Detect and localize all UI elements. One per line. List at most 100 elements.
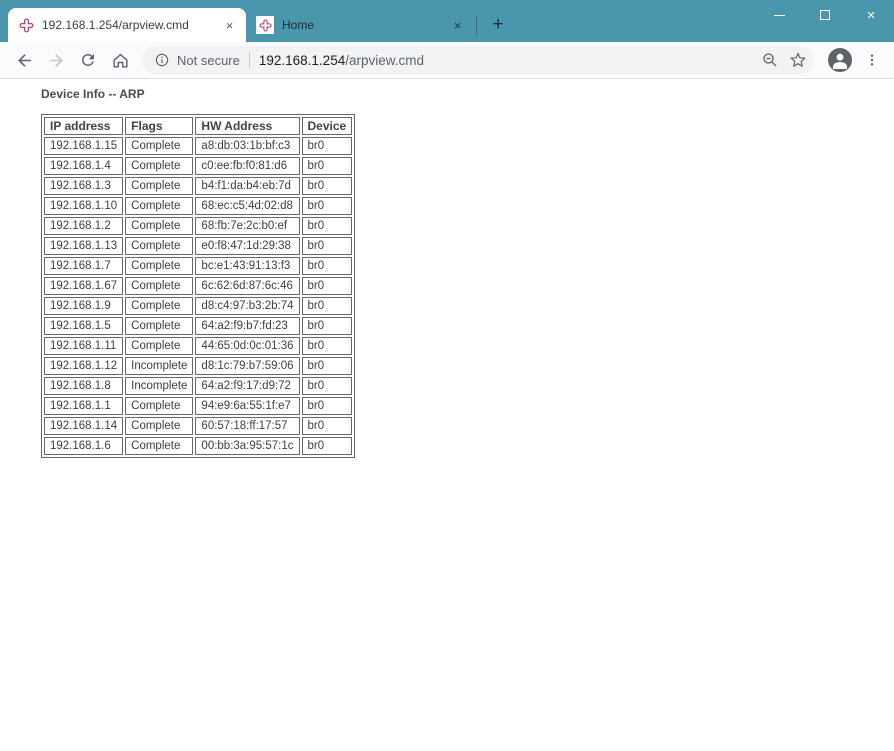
router-favicon-icon (18, 17, 34, 33)
table-cell-flags: Complete (125, 417, 193, 435)
table-cell-flags: Complete (125, 297, 193, 315)
table-row: 192.168.1.2Complete68:fb:7e:2c:b0:efbr0 (44, 217, 352, 235)
tab-close-icon[interactable]: × (221, 17, 238, 34)
home-icon (111, 51, 130, 70)
table-cell-ip: 192.168.1.1 (44, 397, 123, 415)
table-cell-ip: 192.168.1.6 (44, 437, 123, 455)
table-row: 192.168.1.7Completebc:e1:43:91:13:f3br0 (44, 257, 352, 275)
table-cell-device: br0 (302, 257, 353, 275)
arp-table-body: 192.168.1.15Completea8:db:03:1b:bf:c3br0… (44, 137, 352, 455)
table-row: 192.168.1.13Completee0:f8:47:1d:29:38br0 (44, 237, 352, 255)
table-cell-ip: 192.168.1.15 (44, 137, 123, 155)
reload-icon (79, 51, 97, 69)
header-ip-address: IP address (44, 117, 123, 135)
table-cell-ip: 192.168.1.7 (44, 257, 123, 275)
bookmark-star-button[interactable] (784, 46, 812, 74)
profile-button[interactable] (824, 44, 856, 76)
table-cell-flags: Complete (125, 437, 193, 455)
page-title: Device Info -- ARP (41, 87, 894, 101)
table-cell-ip: 192.168.1.14 (44, 417, 123, 435)
table-row: 192.168.1.12Incompleted8:1c:79:b7:59:06b… (44, 357, 352, 375)
tab-title: 192.168.1.254/arpview.cmd (42, 18, 213, 32)
security-status-label[interactable]: Not secure (177, 53, 240, 68)
table-row: 192.168.1.4Completec0:ee:fb:f0:81:d6br0 (44, 157, 352, 175)
table-cell-ip: 192.168.1.13 (44, 237, 123, 255)
profile-avatar-icon (828, 48, 852, 72)
table-cell-device: br0 (302, 157, 353, 175)
table-cell-device: br0 (302, 217, 353, 235)
url-path: /arpview.cmd (345, 53, 424, 68)
address-bar[interactable]: Not secure 192.168.1.254/arpview.cmd (142, 46, 814, 74)
table-cell-flags: Incomplete (125, 357, 193, 375)
table-cell-device: br0 (302, 377, 353, 395)
table-cell-ip: 192.168.1.12 (44, 357, 123, 375)
table-cell-hw: 44:65:0d:0c:01:36 (195, 337, 299, 355)
header-flags: Flags (125, 117, 193, 135)
titlebar: 192.168.1.254/arpview.cmd × Home × + × (0, 0, 894, 42)
back-icon (15, 51, 34, 70)
table-cell-ip: 192.168.1.11 (44, 337, 123, 355)
forward-button[interactable] (42, 46, 70, 74)
table-row: 192.168.1.14Complete60:57:18:ff:17:57br0 (44, 417, 352, 435)
table-cell-flags: Complete (125, 277, 193, 295)
router-favicon-icon (256, 16, 274, 34)
table-cell-hw: d8:c4:97:b3:2b:74 (195, 297, 299, 315)
reload-button[interactable] (74, 46, 102, 74)
table-cell-flags: Complete (125, 217, 193, 235)
table-row: 192.168.1.67Complete6c:62:6d:87:6c:46br0 (44, 277, 352, 295)
info-icon[interactable] (154, 52, 170, 68)
table-cell-hw: c0:ee:fb:f0:81:d6 (195, 157, 299, 175)
back-button[interactable] (10, 46, 38, 74)
table-cell-device: br0 (302, 337, 353, 355)
table-row: 192.168.1.3Completeb4:f1:da:b4:eb:7dbr0 (44, 177, 352, 195)
tab-home[interactable]: Home × (246, 8, 474, 42)
table-cell-hw: d8:1c:79:b7:59:06 (195, 357, 299, 375)
table-cell-hw: 6c:62:6d:87:6c:46 (195, 277, 299, 295)
table-cell-ip: 192.168.1.4 (44, 157, 123, 175)
table-row: 192.168.1.1Complete94:e9:6a:55:1f:e7br0 (44, 397, 352, 415)
table-cell-hw: 60:57:18:ff:17:57 (195, 417, 299, 435)
table-cell-device: br0 (302, 137, 353, 155)
table-cell-hw: 64:a2:f9:b7:fd:23 (195, 317, 299, 335)
table-cell-flags: Complete (125, 337, 193, 355)
table-row: 192.168.1.5Complete64:a2:f9:b7:fd:23br0 (44, 317, 352, 335)
table-cell-ip: 192.168.1.3 (44, 177, 123, 195)
table-cell-device: br0 (302, 237, 353, 255)
table-cell-hw: bc:e1:43:91:13:f3 (195, 257, 299, 275)
table-row: 192.168.1.6Complete00:bb:3a:95:57:1cbr0 (44, 437, 352, 455)
tab-close-icon[interactable]: × (449, 17, 466, 34)
arp-table: IP address Flags HW Address Device 192.1… (41, 114, 355, 458)
table-cell-device: br0 (302, 397, 353, 415)
table-cell-device: br0 (302, 177, 353, 195)
minimize-icon (774, 15, 785, 16)
table-cell-flags: Complete (125, 157, 193, 175)
tab-separator (476, 16, 477, 35)
star-icon (789, 51, 807, 69)
browser-menu-button[interactable] (858, 46, 886, 74)
table-cell-device: br0 (302, 297, 353, 315)
table-cell-flags: Complete (125, 237, 193, 255)
table-cell-hw: 64:a2:f9:17:d9:72 (195, 377, 299, 395)
omnibox-divider (249, 52, 250, 68)
table-cell-device: br0 (302, 277, 353, 295)
table-row: 192.168.1.15Completea8:db:03:1b:bf:c3br0 (44, 137, 352, 155)
maximize-button[interactable] (802, 0, 848, 30)
tab-arpview[interactable]: 192.168.1.254/arpview.cmd × (8, 8, 246, 42)
table-cell-hw: 00:bb:3a:95:57:1c (195, 437, 299, 455)
table-cell-hw: e0:f8:47:1d:29:38 (195, 237, 299, 255)
table-cell-device: br0 (302, 357, 353, 375)
table-cell-ip: 192.168.1.67 (44, 277, 123, 295)
table-cell-hw: a8:db:03:1b:bf:c3 (195, 137, 299, 155)
minimize-button[interactable] (756, 0, 802, 30)
page-zoom-button[interactable] (756, 46, 784, 74)
page-content: Device Info -- ARP IP address Flags HW A… (0, 79, 894, 750)
table-cell-flags: Complete (125, 397, 193, 415)
close-button[interactable]: × (848, 0, 894, 30)
url-text[interactable]: 192.168.1.254/arpview.cmd (259, 53, 756, 68)
home-button[interactable] (106, 46, 134, 74)
maximize-icon (820, 10, 830, 20)
table-cell-device: br0 (302, 317, 353, 335)
new-tab-button[interactable]: + (485, 11, 511, 37)
header-device: Device (302, 117, 353, 135)
table-cell-flags: Complete (125, 177, 193, 195)
